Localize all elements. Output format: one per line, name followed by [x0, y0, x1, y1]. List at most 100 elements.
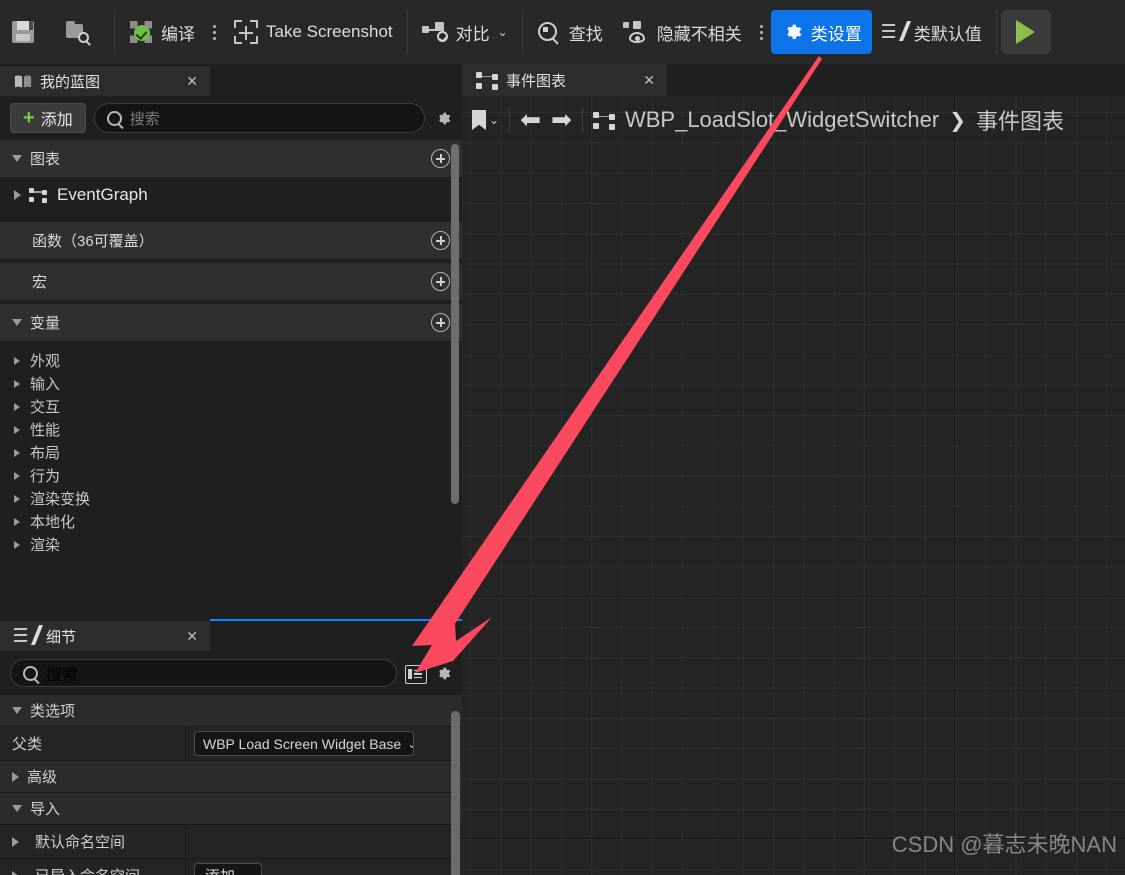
save-button[interactable] — [0, 10, 54, 54]
graph-breadcrumb-bar: ⌄ ⬅ ➡ WBP_LoadSlot_WidgetSwitcher ❯ 事件图表 — [462, 96, 1125, 144]
variable-category-appearance[interactable]: 外观 — [0, 349, 462, 372]
tree-gap-1 — [0, 212, 462, 222]
tab-details-close[interactable]: ✕ — [186, 628, 198, 645]
breadcrumb-root[interactable]: WBP_LoadSlot_WidgetSwitcher — [625, 107, 939, 133]
imported-namespaces-add-dropdown[interactable]: 添加 ⌄ — [194, 862, 263, 875]
chevron-right-icon[interactable] — [12, 836, 19, 847]
toolbar-class-group: 类设置 类默认值 — [770, 0, 992, 64]
details-section-label: 导入 — [30, 801, 61, 818]
chevron-right-icon[interactable] — [12, 870, 19, 875]
variable-category-behavior[interactable]: 行为 — [0, 464, 462, 487]
toolbar-divider-3 — [521, 10, 523, 54]
tab-details[interactable]: 细节 ✕ — [0, 619, 210, 651]
hide-unrelated-options-button[interactable] — [752, 24, 771, 40]
variable-category-render[interactable]: 渲染 — [0, 533, 462, 555]
screenshot-icon — [234, 20, 258, 44]
section-functions-label: 函数（36可覆盖） — [32, 233, 154, 250]
variable-category-input[interactable]: 输入 — [0, 372, 462, 395]
parent-class-value: WBP Load Screen Widget Base — [203, 735, 402, 752]
variable-category-localization[interactable]: 本地化 — [0, 510, 462, 533]
details-row-imported-namespaces: 已导入命名空间 添加 ⌄ — [0, 859, 462, 875]
details-view-options-icon[interactable] — [405, 664, 427, 684]
class-settings-button[interactable]: 类设置 — [770, 10, 872, 54]
details-scrollbar[interactable] — [451, 711, 460, 875]
breadcrumb-leaf[interactable]: 事件图表 — [976, 104, 1064, 136]
details-tabstrip: 细节 ✕ — [0, 619, 462, 651]
variable-category-performance[interactable]: 性能 — [0, 418, 462, 441]
details-section-import[interactable]: 导入 — [0, 793, 462, 825]
back-button[interactable]: ⬅ — [520, 107, 541, 133]
add-function-button[interactable] — [431, 231, 450, 250]
variable-category-label: 外观 — [30, 353, 61, 370]
variable-category-render-transform[interactable]: 渲染变换 — [0, 487, 462, 510]
event-graph-icon — [476, 71, 498, 90]
find-label: 查找 — [568, 24, 603, 44]
variable-category-interaction[interactable]: 交互 — [0, 395, 462, 418]
section-macros[interactable]: 宏 — [0, 263, 462, 301]
details-section-class-options[interactable]: 类选项 — [0, 695, 462, 727]
compile-icon — [129, 20, 153, 44]
find-button[interactable]: 查找 — [527, 10, 613, 54]
compile-button[interactable]: 编译 — [119, 10, 205, 54]
chevron-right-icon — [14, 425, 20, 434]
add-graph-button[interactable] — [431, 149, 450, 168]
my-blueprint-scrollbar[interactable] — [451, 144, 459, 504]
tab-event-graph[interactable]: 事件图表 ✕ — [462, 64, 667, 96]
tree-item-eventgraph[interactable]: EventGraph — [0, 178, 462, 212]
variable-category-label: 渲染变换 — [30, 491, 91, 508]
breadcrumb-divider-1 — [509, 107, 511, 133]
details-section-label: 高级 — [27, 769, 58, 786]
class-defaults-button[interactable]: 类默认值 — [872, 10, 992, 54]
my-blueprint-search-input[interactable]: 搜索 — [93, 103, 425, 133]
bookmark-button[interactable]: ⌄ — [472, 110, 499, 130]
unreal-blueprint-editor: 编译 Take Screenshot 对比 ⌄ 查找 隐藏不相关 类设置 类默认… — [0, 0, 1125, 875]
details-row-value: 添加 ⌄ — [186, 859, 462, 875]
add-button-label: 添加 — [40, 112, 73, 129]
details-section-advanced[interactable]: 高级 — [0, 761, 462, 793]
tab-my-blueprint-close[interactable]: ✕ — [186, 73, 198, 90]
search-icon — [537, 20, 561, 44]
take-screenshot-button[interactable]: Take Screenshot — [224, 10, 403, 54]
details-row-label: 默认命名空间 — [0, 825, 186, 858]
add-button[interactable]: + 添加 — [10, 103, 86, 133]
my-blueprint-tabstrip: 我的蓝图 ✕ — [0, 64, 462, 96]
variable-category-label: 输入 — [30, 376, 61, 393]
section-graphs[interactable]: 图表 — [0, 140, 462, 178]
diff-button[interactable]: 对比 ⌄ — [412, 10, 518, 54]
details-row-parent-class: 父类 WBP Load Screen Widget Base ⌄ — [0, 727, 462, 761]
section-functions[interactable]: 函数（36可覆盖） — [0, 222, 462, 260]
variable-category-layout[interactable]: 布局 — [0, 441, 462, 464]
tab-my-blueprint[interactable]: 我的蓝图 ✕ — [0, 64, 210, 96]
tab-my-blueprint-label: 我的蓝图 — [40, 73, 101, 91]
browse-button[interactable] — [54, 10, 110, 54]
details-row-label: 父类 — [0, 727, 186, 760]
details-settings-icon[interactable] — [433, 664, 452, 683]
search-icon — [23, 665, 38, 681]
compile-options-button[interactable] — [205, 24, 224, 40]
section-variables-label: 变量 — [30, 315, 61, 332]
play-button[interactable] — [1000, 10, 1051, 54]
chevron-right-icon — [12, 771, 19, 782]
chevron-right-icon — [14, 356, 20, 365]
forward-button[interactable]: ➡ — [551, 107, 572, 133]
imported-namespaces-value: 添加 — [205, 865, 235, 875]
chevron-right-icon[interactable] — [14, 190, 21, 200]
add-macro-button[interactable] — [431, 272, 450, 291]
class-defaults-label: 类默认值 — [913, 24, 982, 44]
details-section-label: 类选项 — [30, 703, 76, 720]
hide-unrelated-button[interactable]: 隐藏不相关 — [613, 10, 752, 54]
my-blueprint-settings-icon[interactable] — [433, 109, 452, 128]
hide-unrelated-label: 隐藏不相关 — [656, 24, 742, 44]
toolbar-divider-1 — [114, 10, 115, 54]
add-variable-button[interactable] — [431, 313, 450, 332]
play-icon — [1016, 20, 1036, 44]
graph-grid[interactable] — [462, 96, 1125, 875]
variable-category-label: 本地化 — [30, 514, 76, 531]
tab-event-graph-close[interactable]: ✕ — [643, 72, 655, 89]
section-variables[interactable]: 变量 — [0, 304, 462, 342]
parent-class-dropdown[interactable]: WBP Load Screen Widget Base ⌄ — [194, 731, 414, 756]
details-icon — [13, 625, 44, 647]
chevron-down-icon: ⌄ — [241, 869, 251, 875]
chevron-right-icon — [14, 402, 20, 411]
details-search-input[interactable]: 搜索 — [10, 659, 397, 687]
